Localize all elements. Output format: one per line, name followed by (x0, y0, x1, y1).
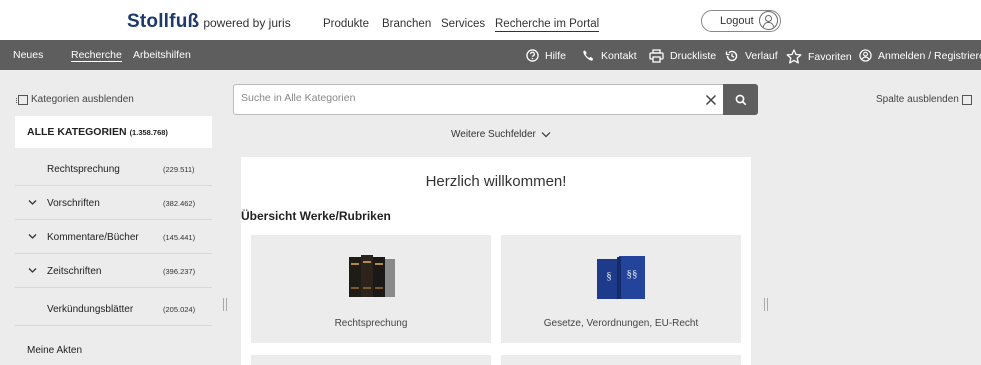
search-bar (233, 84, 758, 115)
law-books-image: § §§ (597, 256, 645, 299)
printer-icon (649, 49, 664, 63)
star-icon (786, 49, 802, 64)
category-count: (396.237) (163, 267, 196, 276)
svg-text:§§: §§ (627, 268, 638, 280)
nav-verlauf[interactable]: Verlauf (725, 49, 778, 63)
search-button[interactable] (723, 84, 758, 115)
more-search-fields-toggle[interactable]: Weitere Suchfelder (451, 129, 551, 140)
more-fields-label: Weitere Suchfelder (451, 129, 536, 140)
help-icon (526, 49, 539, 62)
tile-partial[interactable] (251, 355, 491, 365)
top-nav-produkte[interactable]: Produkte (323, 18, 369, 30)
logo-brand: Stollfuß (127, 11, 200, 32)
phone-icon (583, 50, 594, 61)
category-all[interactable]: ALLE KATEGORIEN (1.358.768) (15, 116, 212, 148)
category-kommentare[interactable]: Kommentare/Bücher (145.441) (15, 220, 212, 254)
category-label: Verkündungsblätter (47, 304, 134, 315)
nav-anmelden[interactable]: Anmelden / Registrieren (859, 49, 981, 62)
tile-gesetze[interactable]: § §§ Gesetze, Verordnungen, EU-Recht (501, 235, 741, 343)
logout-button[interactable]: Logout (701, 10, 781, 32)
search-input[interactable] (241, 92, 681, 104)
tile-caption: Gesetze, Verordnungen, EU-Recht (543, 318, 699, 329)
logo-subtitle: powered by juris (203, 16, 291, 30)
categories-panel: ALLE KATEGORIEN (1.358.768) Rechtsprechu… (15, 116, 212, 365)
my-files-link[interactable]: Meine Akten (27, 345, 82, 356)
history-icon (725, 50, 738, 62)
main-navbar: Neues Recherche Arbeitshilfen Hilfe Kont… (0, 40, 981, 70)
books-image (349, 255, 395, 297)
right-splitter-handle[interactable] (764, 298, 768, 311)
chevron-down-icon[interactable] (28, 232, 37, 241)
category-vorschriften[interactable]: Vorschriften (382.462) (15, 186, 212, 220)
user-avatar-icon (759, 11, 778, 30)
category-zeitschriften[interactable]: Zeitschriften (396.237) (15, 254, 212, 288)
nav-arbeitshilfen[interactable]: Arbeitshilfen (133, 49, 191, 61)
collapse-column-icon (961, 94, 972, 105)
left-splitter-handle[interactable] (223, 298, 227, 311)
category-label: Kommentare/Bücher (47, 232, 139, 243)
category-rechtsprechung[interactable]: Rechtsprechung (229.511) (15, 152, 212, 186)
chevron-down-icon[interactable] (28, 266, 37, 275)
logout-label: Logout (720, 15, 754, 27)
category-count: (382.462) (163, 199, 196, 208)
category-all-label: ALLE KATEGORIEN (27, 126, 127, 138)
nav-kontakt[interactable]: Kontakt (582, 49, 637, 62)
chevron-down-icon[interactable] (28, 198, 37, 207)
category-verkuendungsblaetter[interactable]: Verkündungsblätter (205.024) (15, 292, 212, 326)
hide-column-label: Spalte ausblenden (876, 94, 959, 105)
tile-partial[interactable] (501, 355, 741, 365)
category-count: (205.024) (163, 305, 196, 314)
clear-icon[interactable] (704, 93, 718, 107)
welcome-panel: Herzlich willkommen! Übersicht Werke/Rub… (241, 157, 751, 365)
hide-column-toggle[interactable]: Spalte ausblenden (876, 94, 972, 105)
collapse-panel-icon (16, 94, 28, 105)
chevron-down-icon (541, 132, 551, 138)
svg-text:§: § (606, 270, 612, 282)
nav-druckliste[interactable]: Druckliste (649, 49, 716, 63)
search-icon (735, 94, 746, 105)
nav-recherche[interactable]: Recherche (71, 49, 122, 62)
nav-hilfe[interactable]: Hilfe (526, 49, 566, 62)
welcome-title: Herzlich willkommen! (425, 173, 567, 190)
tile-caption: Rechtsprechung (334, 318, 408, 329)
nav-favoriten[interactable]: Favoriten (786, 49, 852, 64)
top-nav-branchen[interactable]: Branchen (382, 18, 431, 30)
tile-rechtsprechung[interactable]: Rechtsprechung (251, 235, 491, 343)
top-nav-recherche[interactable]: Recherche im Portal (495, 18, 600, 32)
category-count: (145.441) (163, 233, 196, 242)
top-nav-services[interactable]: Services (441, 18, 485, 30)
category-count: (229.511) (163, 165, 195, 174)
hide-categories-label: Kategorien ausblenden (31, 94, 134, 105)
category-label: Zeitschriften (47, 266, 102, 277)
user-icon (859, 49, 872, 62)
top-header: Stollfuß powered by juris Produkte Branc… (0, 0, 981, 40)
overview-heading: Übersicht Werke/Rubriken (241, 209, 391, 223)
category-label: Rechtsprechung (47, 164, 120, 175)
logo[interactable]: Stollfuß powered by juris (127, 11, 291, 33)
category-all-count: (1.358.768) (129, 127, 168, 137)
category-label: Vorschriften (47, 198, 100, 209)
hide-categories-toggle[interactable]: Kategorien ausblenden (16, 94, 134, 105)
nav-neues[interactable]: Neues (13, 49, 43, 61)
